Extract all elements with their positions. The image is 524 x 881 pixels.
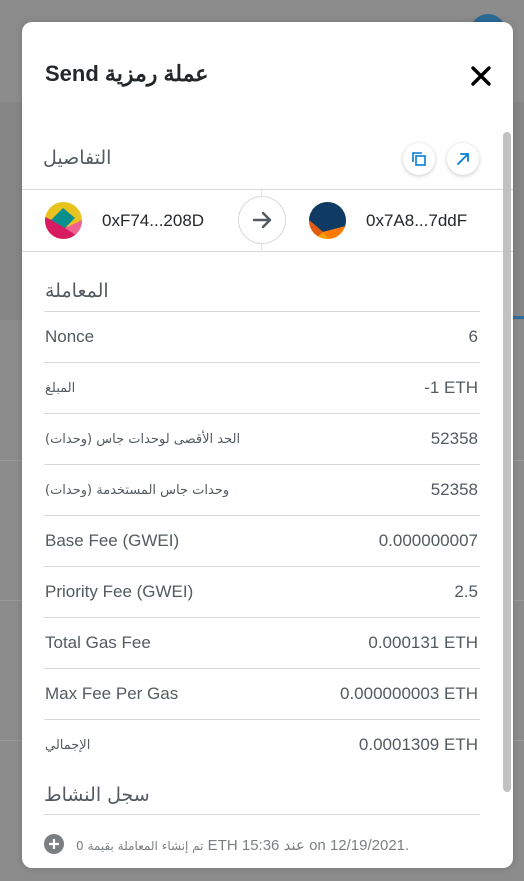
activity-log-text: تم إنشاء المعاملة بقيمة 0 ETH 15:36 عند … [76, 836, 409, 854]
row-value: -1 ETH [424, 378, 478, 397]
details-label: التفاصيل [43, 147, 112, 169]
external-link-icon [457, 153, 469, 165]
row-label: Priority Fee (GWEI) [45, 582, 194, 601]
row-amount: المبلغ -1 ETH [44, 363, 480, 414]
sender-account[interactable]: 0xF74...208D [45, 190, 204, 251]
row-value: 0.000000007 [378, 531, 478, 550]
activity-log-item: تم إنشاء المعاملة بقيمة 0 ETH 15:36 عند … [44, 815, 480, 861]
copy-tx-id-button[interactable] [403, 143, 435, 175]
view-on-explorer-button[interactable] [447, 143, 479, 175]
row-value: 52358 [430, 429, 478, 448]
activity-log-prefix: تم إنشاء المعاملة بقيمة 0 [76, 839, 204, 853]
recipient-address: 0x7A8...7ddF [366, 210, 468, 230]
row-value: 0.000131 ETH [368, 633, 478, 652]
row-total-gas-fee: Total Gas Fee 0.000131 ETH [44, 618, 480, 669]
transaction-section: المعاملة Nonce 6 المبلغ -1 ETH الحد الأق… [44, 275, 480, 770]
row-priority-fee: Priority Fee (GWEI) 2.5 [44, 567, 480, 618]
recipient-account[interactable]: 0x7A8...7ddF [309, 190, 467, 251]
copy-icon [412, 152, 426, 166]
row-label: وحدات جاس المستخدمة (وحدات) [45, 482, 230, 498]
row-label: الحد الأقصى لوحدات جاس (وحدات) [45, 431, 241, 447]
recipient-identicon [309, 202, 346, 239]
close-icon [471, 66, 491, 86]
row-gas-limit: الحد الأقصى لوحدات جاس (وحدات) 52358 [44, 414, 480, 465]
transaction-details-modal: عملة رمزية Send التفاصيل 0xF74...208D 0x… [22, 22, 513, 868]
transaction-rows: Nonce 6 المبلغ -1 ETH الحد الأقصى لوحدات… [44, 311, 480, 770]
activity-log-title: سجل النشاط [44, 784, 480, 815]
row-value: 52358 [430, 480, 478, 499]
row-label: Total Gas Fee [45, 633, 151, 652]
close-button[interactable] [469, 64, 493, 88]
modal-title: عملة رمزية Send [45, 61, 209, 86]
row-max-fee-per-gas: Max Fee Per Gas 0.000000003 ETH [44, 669, 480, 720]
row-value: 2.5 [454, 582, 478, 601]
modal-scrollbar[interactable] [503, 132, 511, 792]
row-base-fee: Base Fee (GWEI) 0.000000007 [44, 516, 480, 567]
row-value: 0.000000003 ETH [340, 684, 478, 703]
sender-identicon [45, 202, 82, 239]
row-gas-used: وحدات جاس المستخدمة (وحدات) 52358 [44, 465, 480, 516]
row-total: الإجمالي 0.0001309 ETH [44, 720, 480, 770]
sender-recipient-bar: 0xF74...208D 0x7A8...7ddF [22, 189, 513, 252]
row-value: 0.0001309 ETH [358, 735, 478, 754]
row-label: Base Fee (GWEI) [45, 531, 180, 550]
modal-header: عملة رمزية Send [22, 22, 513, 130]
activity-log-section: سجل النشاط تم إنشاء المعاملة بقيمة 0 ETH… [44, 784, 480, 861]
row-label: Max Fee Per Gas [45, 684, 179, 703]
arrow-right-icon [238, 196, 286, 244]
activity-log-suffix: ETH 15:36 عند on 12/19/2021. [203, 837, 410, 854]
row-label: الإجمالي [45, 737, 91, 753]
row-label: المبلغ [45, 380, 76, 396]
row-label: Nonce [45, 327, 95, 346]
row-nonce: Nonce 6 [44, 312, 480, 363]
transaction-title: المعاملة [45, 280, 109, 302]
sender-address: 0xF74...208D [102, 210, 205, 230]
plus-icon [44, 834, 64, 854]
row-value: 6 [468, 327, 478, 346]
details-row: التفاصيل [22, 130, 513, 188]
